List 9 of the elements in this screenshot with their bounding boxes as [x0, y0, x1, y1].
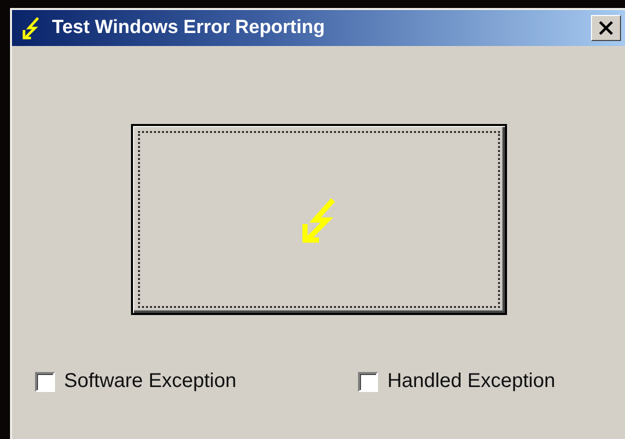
close-button[interactable]	[591, 15, 621, 41]
lightning-arrow-icon	[20, 15, 42, 41]
window-title: Test Windows Error Reporting	[52, 17, 326, 39]
close-icon	[597, 20, 615, 36]
checkbox[interactable]	[35, 372, 55, 392]
trigger-button[interactable]	[131, 124, 507, 315]
checkbox-label[interactable]: Handled Exception	[358, 370, 556, 393]
checkbox-label[interactable]: Software Exception	[35, 370, 236, 393]
checkbox[interactable]	[358, 372, 378, 392]
